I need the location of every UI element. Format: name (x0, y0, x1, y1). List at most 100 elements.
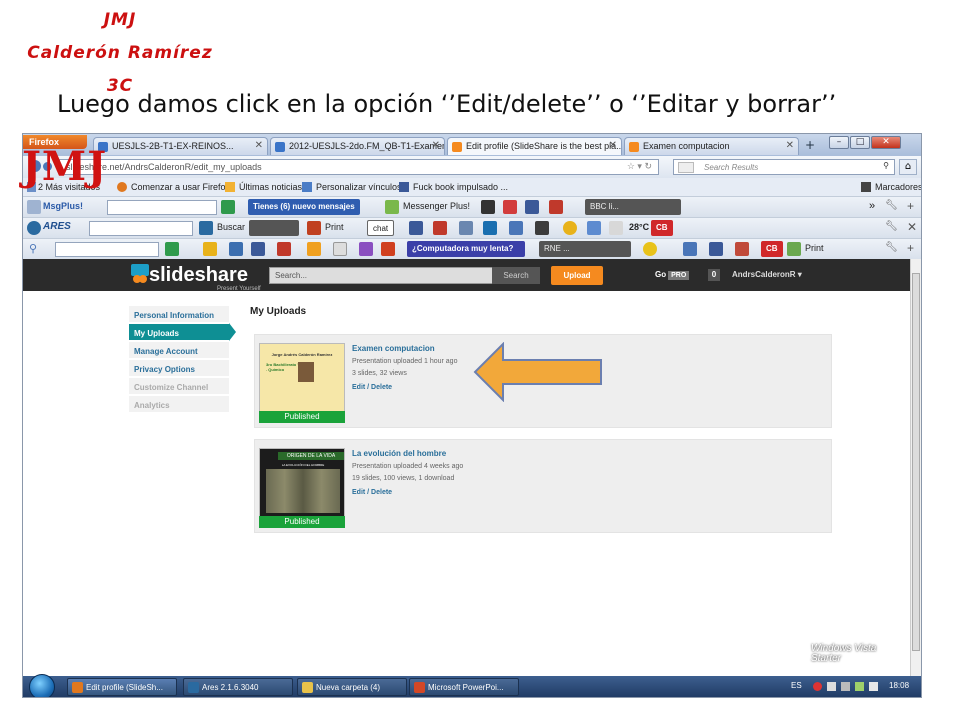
tab-examen-computacion[interactable]: Examen computacion ✕ (624, 137, 799, 155)
people-icon[interactable] (503, 200, 517, 214)
search-icon[interactable]: ⚲ (883, 161, 889, 170)
user-menu[interactable]: AndrsCalderonR ▾ (732, 270, 802, 279)
facebook-icon[interactable] (525, 200, 539, 214)
tab-edit-profile[interactable]: Edit profile (SlideShare is the best pla… (447, 137, 622, 155)
radio-player[interactable]: RNE ... (539, 241, 631, 257)
cb-button[interactable]: CB (761, 241, 783, 257)
play-vibes-icon[interactable] (433, 221, 447, 235)
game-icon[interactable] (229, 242, 243, 256)
messages-notification[interactable]: Tienes (6) nuevo mensajes (248, 199, 360, 215)
presentation-thumbnail[interactable]: ORIGEN DE LA VIDA LA EVOLUCIÓN DEL HOMBR… (259, 448, 345, 526)
taskbar-item-firefox[interactable]: Edit profile (SlideSh... (67, 678, 177, 696)
go-pro-link[interactable]: Go PRO (655, 270, 690, 280)
calculator-icon[interactable] (481, 200, 495, 214)
close-tab-icon[interactable]: ✕ (609, 140, 617, 151)
play-vibes-icon[interactable] (549, 200, 563, 214)
new-tab-button[interactable]: + (805, 138, 815, 152)
power-tray-icon[interactable] (855, 682, 864, 691)
msgplus-search-input[interactable] (107, 200, 217, 215)
taskbar-item-powerpoint[interactable]: Microsoft PowerPoi... (409, 678, 519, 696)
print-button[interactable]: Print (325, 222, 344, 232)
start-button[interactable] (29, 674, 55, 697)
slideshare-logo[interactable]: slideshare Present Yourself (149, 264, 261, 292)
messenger-plus-label[interactable]: Messenger Plus! (403, 201, 470, 211)
maximize-button[interactable]: □ (850, 136, 870, 149)
ebay-icon[interactable] (381, 242, 395, 256)
close-toolbar-icon[interactable]: ✕ (907, 220, 917, 234)
bookmark-noticias[interactable]: Últimas noticias (239, 182, 302, 192)
sidebar-item-personal-information[interactable]: Personal Information (129, 306, 229, 323)
pc-slow-ad[interactable]: ¿Computadora muy lenta? (407, 241, 525, 257)
vertical-scrollbar[interactable] (910, 259, 921, 676)
upload-button[interactable]: Upload (551, 266, 603, 285)
minimize-button[interactable]: – (829, 136, 849, 149)
smiley-icon[interactable] (563, 221, 577, 235)
sidebar-item-customize-channel[interactable]: Customize Channel (129, 378, 229, 395)
search-field[interactable]: Search Results ⚲ (673, 159, 895, 175)
wrench-icon[interactable]: 🔧︎ (885, 200, 898, 211)
scrollbar-thumb[interactable] (912, 273, 920, 651)
facebook-icon[interactable] (409, 221, 423, 235)
print-button[interactable]: Print (805, 243, 824, 253)
social-icon[interactable] (735, 242, 749, 256)
home-icon[interactable]: ⌂ (899, 159, 917, 175)
search-engine-icon[interactable] (678, 162, 694, 173)
search-icon[interactable] (199, 221, 213, 235)
url-bar[interactable]: slideshare.net/AndrsCalderonR/edit_my_up… (59, 159, 659, 175)
bookmark-personalizar[interactable]: Personalizar vínculos (316, 182, 402, 192)
cb-button[interactable]: CB (651, 220, 673, 236)
folder-icon[interactable] (307, 242, 321, 256)
overflow-icon[interactable]: » (869, 200, 875, 212)
close-window-button[interactable]: ✕ (871, 136, 901, 149)
close-tab-icon[interactable]: ✕ (255, 140, 263, 151)
bookmark-comenzar[interactable]: Comenzar a usar Firefox (131, 182, 230, 192)
sidebar-item-my-uploads[interactable]: My Uploads (129, 324, 229, 341)
radio-player[interactable]: BBC li... (585, 199, 681, 215)
add-icon[interactable]: + (907, 241, 914, 255)
mail-icon[interactable] (459, 221, 473, 235)
refresh-icon[interactable]: ☆ ▾ ↻ (627, 161, 652, 172)
presentation-thumbnail[interactable]: Jorge Andrés Calderón Ramírez 3ro Bachil… (259, 343, 345, 421)
antivirus-tray-icon[interactable] (813, 682, 822, 691)
bookmark-fuckbook[interactable]: Fuck book impulsado ... (413, 182, 508, 192)
photo-icon[interactable] (359, 242, 373, 256)
smiley-icon[interactable] (203, 242, 217, 256)
sidebar-item-analytics[interactable]: Analytics (129, 396, 229, 413)
media-controls[interactable] (249, 220, 299, 236)
facebook-icon[interactable] (709, 242, 723, 256)
upload-title[interactable]: La evolución del hombre (352, 449, 446, 458)
upload-title[interactable]: Examen computacion (352, 344, 435, 353)
volume-tray-icon[interactable] (841, 682, 850, 691)
mail-icon[interactable] (683, 242, 697, 256)
taskbar-item-ares[interactable]: Ares 2.1.6.3040 (183, 678, 293, 696)
weather-icon[interactable] (643, 242, 657, 256)
wrench-icon[interactable]: 🔧︎ (885, 221, 898, 232)
facebook-icon[interactable] (251, 242, 265, 256)
misc-search-input[interactable] (55, 242, 159, 257)
msgplus-label[interactable]: MsgPlus! (43, 201, 83, 211)
edit-delete-link[interactable]: Edit / Delete (352, 489, 392, 496)
edit-delete-link[interactable]: Edit / Delete (352, 384, 392, 391)
photo-icon[interactable] (535, 221, 549, 235)
play-vibes-icon[interactable] (277, 242, 291, 256)
go-icon[interactable] (165, 242, 179, 256)
tab-examen-qb[interactable]: 2012-UESJLS-2do.FM_QB-T1-Examen... ✕ (270, 137, 445, 155)
sidebar-item-manage-account[interactable]: Manage Account (129, 342, 229, 359)
sidebar-item-privacy-options[interactable]: Privacy Options (129, 360, 229, 377)
radio-icon[interactable] (307, 221, 321, 235)
go-icon[interactable] (221, 200, 235, 214)
tv-icon[interactable] (333, 242, 347, 256)
chat-button[interactable]: chat (367, 220, 395, 236)
print-icon[interactable] (787, 242, 801, 256)
speaker-tray-icon[interactable] (869, 682, 878, 691)
system-clock[interactable]: 18:08 (889, 681, 909, 690)
close-tab-icon[interactable]: ✕ (432, 140, 440, 151)
ares-search-input[interactable] (89, 221, 193, 236)
language-indicator[interactable]: ES (791, 681, 802, 690)
weather-icon[interactable] (483, 221, 497, 235)
slideshare-search-button[interactable]: Search (492, 267, 540, 284)
notification-count[interactable]: 0 (708, 269, 720, 281)
wrench-icon[interactable]: 🔧︎ (885, 242, 898, 253)
close-tab-icon[interactable]: ✕ (786, 140, 794, 151)
add-icon[interactable]: + (907, 199, 914, 213)
